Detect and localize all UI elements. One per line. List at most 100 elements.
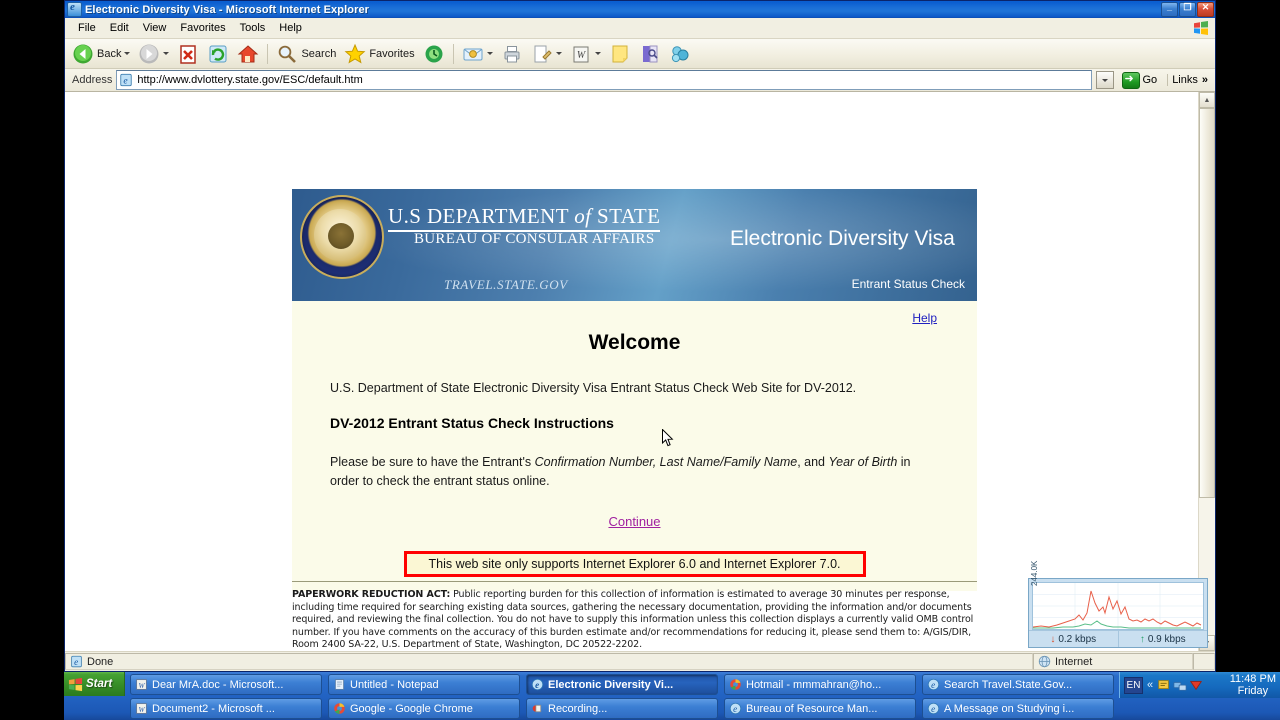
- edit-dropdown-icon[interactable]: [555, 52, 562, 55]
- history-button[interactable]: [420, 42, 448, 66]
- word-icon: W: [136, 679, 147, 690]
- messenger-button[interactable]: [666, 42, 694, 66]
- bandwidth-footer: ↓ 0.2 kbps ↑ 0.9 kbps: [1029, 630, 1207, 647]
- menu-item-help[interactable]: Help: [272, 20, 309, 36]
- window-title: Electronic Diversity Visa - Microsoft In…: [85, 3, 370, 16]
- menu-item-file[interactable]: File: [71, 20, 103, 36]
- minimize-button[interactable]: _: [1161, 2, 1178, 17]
- task-label: Recording...: [548, 702, 608, 715]
- task-button[interactable]: e A Message on Studying i...: [922, 698, 1114, 719]
- ie-icon: e: [927, 678, 940, 691]
- search-label: Search: [301, 47, 337, 60]
- download-rate: ↓ 0.2 kbps: [1029, 630, 1118, 647]
- desktop-screen: Electronic Diversity Visa - Microsoft In…: [0, 0, 1280, 720]
- scroll-track[interactable]: [1199, 108, 1215, 635]
- go-button[interactable]: Go: [1118, 71, 1162, 89]
- svg-text:W: W: [138, 681, 145, 690]
- vertical-scrollbar[interactable]: ▲ ▼: [1198, 92, 1215, 651]
- resize-grip-pane[interactable]: [1193, 653, 1215, 670]
- tray-expand-icon[interactable]: «: [1147, 679, 1153, 691]
- menu-item-favorites[interactable]: Favorites: [173, 20, 232, 36]
- security-zone-text: Internet: [1055, 655, 1093, 668]
- seal-eagle: [328, 223, 354, 249]
- research-button[interactable]: [636, 42, 664, 66]
- bandwidth-y-axis-label: 244.0K: [1030, 560, 1039, 586]
- scroll-thumb[interactable]: [1199, 108, 1215, 498]
- forward-button[interactable]: [135, 42, 172, 66]
- notes-button[interactable]: [606, 42, 634, 66]
- svg-text:e: e: [931, 704, 935, 714]
- menu-item-edit[interactable]: Edit: [103, 20, 136, 36]
- edit-button[interactable]: [528, 42, 565, 66]
- refresh-button[interactable]: [204, 42, 232, 66]
- forward-dropdown-icon[interactable]: [163, 52, 170, 55]
- address-dropdown-button[interactable]: [1095, 71, 1114, 89]
- task-label: Untitled - Notepad: [350, 678, 439, 691]
- restore-button[interactable]: ❐: [1179, 2, 1196, 17]
- search-button[interactable]: Search: [273, 42, 339, 66]
- stop-button[interactable]: [174, 42, 202, 66]
- task-button[interactable]: W Document2 - Microsoft ...: [130, 698, 322, 719]
- help-link[interactable]: Help: [912, 311, 937, 325]
- task-button[interactable]: e Search Travel.State.Gov...: [922, 674, 1114, 695]
- research-icon: [642, 45, 658, 62]
- upload-rate: ↑ 0.9 kbps: [1117, 630, 1207, 647]
- download-manager-icon[interactable]: [1189, 678, 1203, 692]
- language-indicator[interactable]: EN: [1124, 676, 1143, 694]
- chrome-icon: [730, 679, 741, 690]
- continue-link[interactable]: Continue: [608, 514, 660, 529]
- favorites-button[interactable]: Favorites: [341, 42, 417, 66]
- internet-explorer-window: Electronic Diversity Visa - Microsoft In…: [64, 0, 1216, 672]
- print-button[interactable]: [498, 42, 526, 66]
- close-button[interactable]: ✕: [1197, 2, 1214, 17]
- menu-item-tools[interactable]: Tools: [233, 20, 273, 36]
- task-button[interactable]: Hotmail - mmmahran@ho...: [724, 674, 916, 695]
- dept-title-part3: STATE: [591, 204, 661, 228]
- security-alert-icon[interactable]: [1157, 678, 1171, 692]
- task-button[interactable]: Untitled - Notepad: [328, 674, 520, 695]
- task-button[interactable]: W Dear MrA.doc - Microsoft...: [130, 674, 322, 695]
- back-button[interactable]: Back: [69, 42, 133, 66]
- mail-icon: [463, 48, 483, 60]
- page-area: U.S DEPARTMENT of STATE BUREAU OF CONSUL…: [65, 92, 1215, 651]
- task-label: Electronic Diversity Vi...: [548, 678, 674, 691]
- menu-item-view[interactable]: View: [136, 20, 174, 36]
- close-icon: ✕: [1201, 2, 1210, 12]
- svg-text:W: W: [138, 705, 145, 714]
- department-subtitle: BUREAU OF CONSULAR AFFAIRS: [414, 231, 655, 247]
- home-button[interactable]: [234, 42, 262, 66]
- start-button[interactable]: Start: [64, 672, 125, 696]
- task-button[interactable]: Recording...: [526, 698, 718, 719]
- back-dropdown-icon[interactable]: [124, 52, 131, 55]
- paperwork-title: PAPERWORK REDUCTION ACT:: [292, 589, 451, 600]
- task-button[interactable]: e Bureau of Resource Man...: [724, 698, 916, 719]
- security-zone-pane[interactable]: Internet: [1033, 653, 1193, 670]
- network-icon[interactable]: [1173, 678, 1187, 692]
- task-label: Document2 - Microsoft ...: [152, 702, 275, 715]
- word-button[interactable]: W: [567, 42, 604, 66]
- detail-em2: Year of Birth: [828, 455, 898, 469]
- task-label: A Message on Studying i...: [944, 702, 1075, 715]
- scroll-up-button[interactable]: ▲: [1199, 92, 1215, 108]
- department-seal-icon: [300, 195, 384, 279]
- clock[interactable]: 11:48 PM Friday: [1230, 673, 1276, 697]
- mail-dropdown-icon[interactable]: [486, 52, 493, 55]
- mail-button[interactable]: [459, 42, 496, 66]
- task-button[interactable]: Google - Google Chrome: [328, 698, 520, 719]
- bandwidth-monitor-widget[interactable]: ↓ 0.2 kbps ↑ 0.9 kbps: [1028, 578, 1208, 648]
- forward-icon: [139, 44, 159, 63]
- go-label: Go: [1142, 74, 1158, 86]
- go-arrow-icon: [1121, 71, 1140, 89]
- address-input[interactable]: e http://www.dvlottery.state.gov/ESC/def…: [116, 70, 1092, 90]
- word-dropdown-icon[interactable]: [594, 52, 601, 55]
- ie-icon: e: [927, 702, 940, 715]
- links-button[interactable]: Links »: [1167, 74, 1212, 86]
- window-titlebar[interactable]: Electronic Diversity Visa - Microsoft In…: [65, 1, 1215, 18]
- edit-icon: [534, 45, 552, 62]
- task-button-active[interactable]: e Electronic Diversity Vi...: [526, 674, 718, 695]
- task-label: Google - Google Chrome: [350, 702, 473, 715]
- download-value: 0.2 kbps: [1058, 633, 1097, 645]
- internet-zone-icon: [1038, 655, 1051, 668]
- browser-warning-banner: This web site only supports Internet Exp…: [403, 551, 866, 577]
- recorder-icon: [532, 704, 542, 713]
